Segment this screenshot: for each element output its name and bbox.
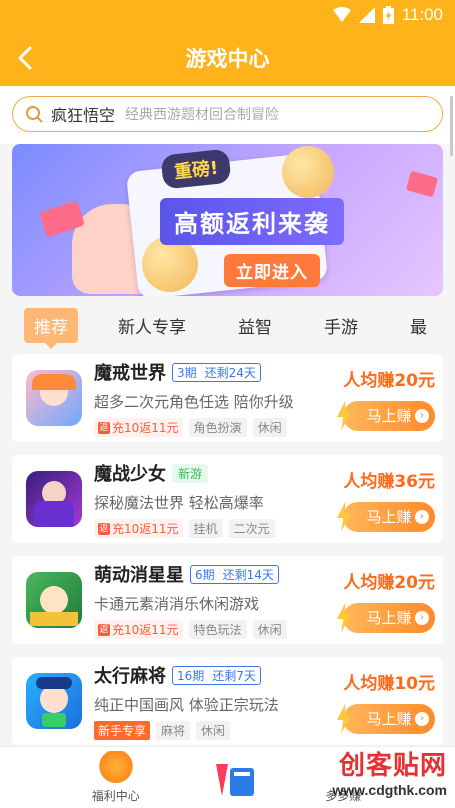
nav-welfare-label: 福利中心 <box>91 789 140 803</box>
game-item[interactable]: 魔战少女 新游 探秘魔法世界 轻松高爆率 返充10返11元 挂机 二次元 人均赚… <box>12 455 443 543</box>
game-item[interactable]: 太行麻将 16期 还剩7天 纯正中国画风 体验正宗玩法 新手专享 麻将 休闲 人均… <box>12 657 443 745</box>
period-badge: 6期 还剩14天 <box>190 564 279 584</box>
tab-newcomer[interactable]: 新人专享 <box>118 313 186 338</box>
page-title: 游戏中心 <box>185 47 270 71</box>
search-input[interactable]: 疯狂悟空 经典西游题材回合制冒险 <box>12 96 443 132</box>
newbie-tag: 新手专享 <box>94 721 151 740</box>
genre-tag: 休闲 <box>252 418 287 437</box>
red-envelope-icon <box>405 170 439 198</box>
wifi-icon <box>332 7 351 23</box>
genre-tag: 挂机 <box>188 519 223 538</box>
earn-amount: 人均赚10元 <box>343 673 435 694</box>
game-name: 魔戒世界 <box>94 363 166 384</box>
back-button[interactable] <box>0 30 50 86</box>
earn-button[interactable]: 马上赚 › <box>337 602 435 633</box>
game-desc: 探秘魔法世界 轻松高爆率 <box>94 494 264 512</box>
tab-mobile[interactable]: 手游 <box>324 313 358 338</box>
watermark-logo <box>216 764 254 796</box>
bolt-icon <box>337 400 351 431</box>
banner-cta[interactable]: 立即进入 <box>224 254 320 287</box>
new-game-badge: 新游 <box>172 463 209 483</box>
rebate-tag: 返充10返11元 <box>94 418 183 437</box>
back-arrow-icon <box>18 46 32 70</box>
game-icon <box>26 370 82 426</box>
game-icon <box>26 471 82 527</box>
chevron-right-icon: › <box>415 408 429 423</box>
promo-banner[interactable]: 重磅! 高额返利来袭 立即进入 <box>12 144 443 296</box>
chevron-right-icon: › <box>415 610 429 625</box>
battery-icon <box>382 6 394 24</box>
tiger-mascot-icon <box>95 751 136 785</box>
bolt-icon <box>337 602 351 633</box>
earn-amount: 人均赚20元 <box>343 370 435 391</box>
game-desc: 超多二次元角色任选 陪你升级 <box>94 393 294 411</box>
rebate-tag: 返充10返11元 <box>94 620 183 639</box>
chevron-right-icon: › <box>415 509 429 524</box>
earn-amount: 人均赚20元 <box>343 572 435 593</box>
genre-tag: 休闲 <box>196 721 231 740</box>
banner-headline: 高额返利来袭 <box>160 198 344 245</box>
status-time: 11:00 <box>401 5 443 24</box>
period-badge: 3期 还剩24天 <box>172 362 261 382</box>
game-desc: 纯正中国画风 体验正宗玩法 <box>94 696 279 714</box>
tab-more[interactable]: 最 <box>410 313 427 338</box>
game-item[interactable]: 萌动消星星 6期 还剩14天 卡通元素消消乐休闲游戏 返充10返11元 特色玩法 … <box>12 556 443 644</box>
earn-button[interactable]: 马上赚 › <box>337 501 435 532</box>
genre-tag: 角色扮演 <box>188 418 247 437</box>
scrollbar[interactable] <box>450 96 453 156</box>
period-badge: 16期 还剩7天 <box>172 665 261 685</box>
nav-bar: 游戏中心 <box>0 30 455 86</box>
search-icon <box>26 106 43 123</box>
chevron-right-icon: › <box>415 711 429 726</box>
coin-icon <box>282 146 334 198</box>
genre-tag: 麻将 <box>156 721 191 740</box>
game-info: 萌动消星星 6期 还剩14天 卡通元素消消乐休闲游戏 返充10返11元 特色玩法 … <box>94 561 337 639</box>
search-section: 疯狂悟空 经典西游题材回合制冒险 <box>0 86 455 144</box>
game-icon <box>26 673 82 729</box>
watermark: 创客贴网 www.cdgthk.com <box>332 745 447 798</box>
game-info: 魔战少女 新游 探秘魔法世界 轻松高爆率 返充10返11元 挂机 二次元 <box>94 460 337 538</box>
rebate-icon: 返 <box>98 623 110 636</box>
status-bar: 11:00 <box>0 0 455 30</box>
watermark-url: www.cdgthk.com <box>332 782 447 798</box>
tab-puzzle[interactable]: 益智 <box>238 313 272 338</box>
earn-button[interactable]: 马上赚 › <box>337 703 435 734</box>
nav-welfare-center[interactable]: 福利中心 <box>92 751 140 804</box>
game-name: 太行麻将 <box>94 666 166 687</box>
game-icon <box>26 572 82 628</box>
genre-tag: 特色玩法 <box>188 620 247 639</box>
watermark-title: 创客贴网 <box>338 751 447 781</box>
bolt-icon <box>337 501 351 532</box>
category-tabs: 推荐 新人专享 益智 手游 最 <box>0 296 455 354</box>
game-info: 太行麻将 16期 还剩7天 纯正中国画风 体验正宗玩法 新手专享 麻将 休闲 <box>94 662 337 740</box>
bolt-icon <box>337 703 351 734</box>
game-desc: 卡通元素消消乐休闲游戏 <box>94 595 260 613</box>
earn-amount: 人均赚36元 <box>343 471 435 492</box>
tab-recommend[interactable]: 推荐 <box>24 307 78 349</box>
game-item[interactable]: 魔戒世界 3期 还剩24天 超多二次元角色任选 陪你升级 返充10返11元 角色扮… <box>12 354 443 442</box>
signal-icon <box>358 7 375 23</box>
game-info: 魔戒世界 3期 还剩24天 超多二次元角色任选 陪你升级 返充10返11元 角色扮… <box>94 359 337 437</box>
genre-tag: 二次元 <box>228 519 275 538</box>
game-name: 魔战少女 <box>94 464 166 485</box>
search-placeholder: 经典西游题材回合制冒险 <box>125 107 280 123</box>
rebate-icon: 返 <box>98 522 110 535</box>
game-name: 萌动消星星 <box>94 565 184 586</box>
rebate-tag: 返充10返11元 <box>94 519 183 538</box>
genre-tag: 休闲 <box>252 620 287 639</box>
game-list: 魔戒世界 3期 还剩24天 超多二次元角色任选 陪你升级 返充10返11元 角色扮… <box>0 354 455 745</box>
earn-button[interactable]: 马上赚 › <box>337 400 435 431</box>
rebate-icon: 返 <box>98 421 110 434</box>
search-query: 疯狂悟空 <box>51 106 116 125</box>
